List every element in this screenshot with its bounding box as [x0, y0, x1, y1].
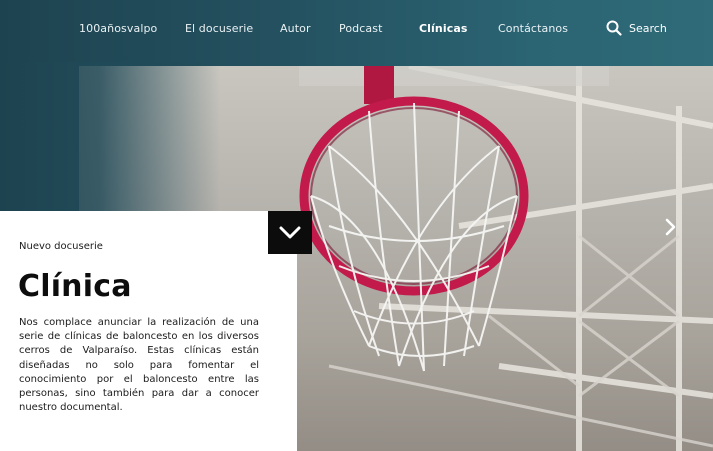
hero-kicker: Nuevo docuserie — [19, 241, 103, 252]
nav-item-clinicas[interactable]: Clínicas — [419, 22, 468, 35]
scroll-down-button[interactable] — [268, 211, 312, 254]
hero-title: Clínica — [18, 269, 132, 304]
top-navigation: 100añosvalpo El docuserie Autor Podcast … — [0, 0, 713, 62]
search-button[interactable]: Search — [606, 20, 667, 36]
hero-left-shade — [0, 62, 220, 212]
search-icon — [606, 20, 622, 36]
nav-item-contactanos[interactable]: Contáctanos — [498, 22, 568, 35]
chevron-down-icon — [279, 226, 301, 238]
next-slide-button[interactable] — [660, 216, 680, 238]
chevron-right-icon — [665, 218, 676, 236]
hero-text-card: Nuevo docuserie Clínica Nos complace anu… — [0, 211, 297, 451]
nav-item-100anosvalpo[interactable]: 100añosvalpo — [79, 22, 157, 35]
nav-item-autor[interactable]: Autor — [280, 22, 311, 35]
nav-item-el-docuserie[interactable]: El docuserie — [185, 22, 253, 35]
nav-item-podcast[interactable]: Podcast — [339, 22, 383, 35]
page-frame: 100añosvalpo El docuserie Autor Podcast … — [0, 0, 713, 451]
hero-description: Nos complace anunciar la realización de … — [19, 317, 259, 414]
search-label: Search — [629, 21, 667, 35]
